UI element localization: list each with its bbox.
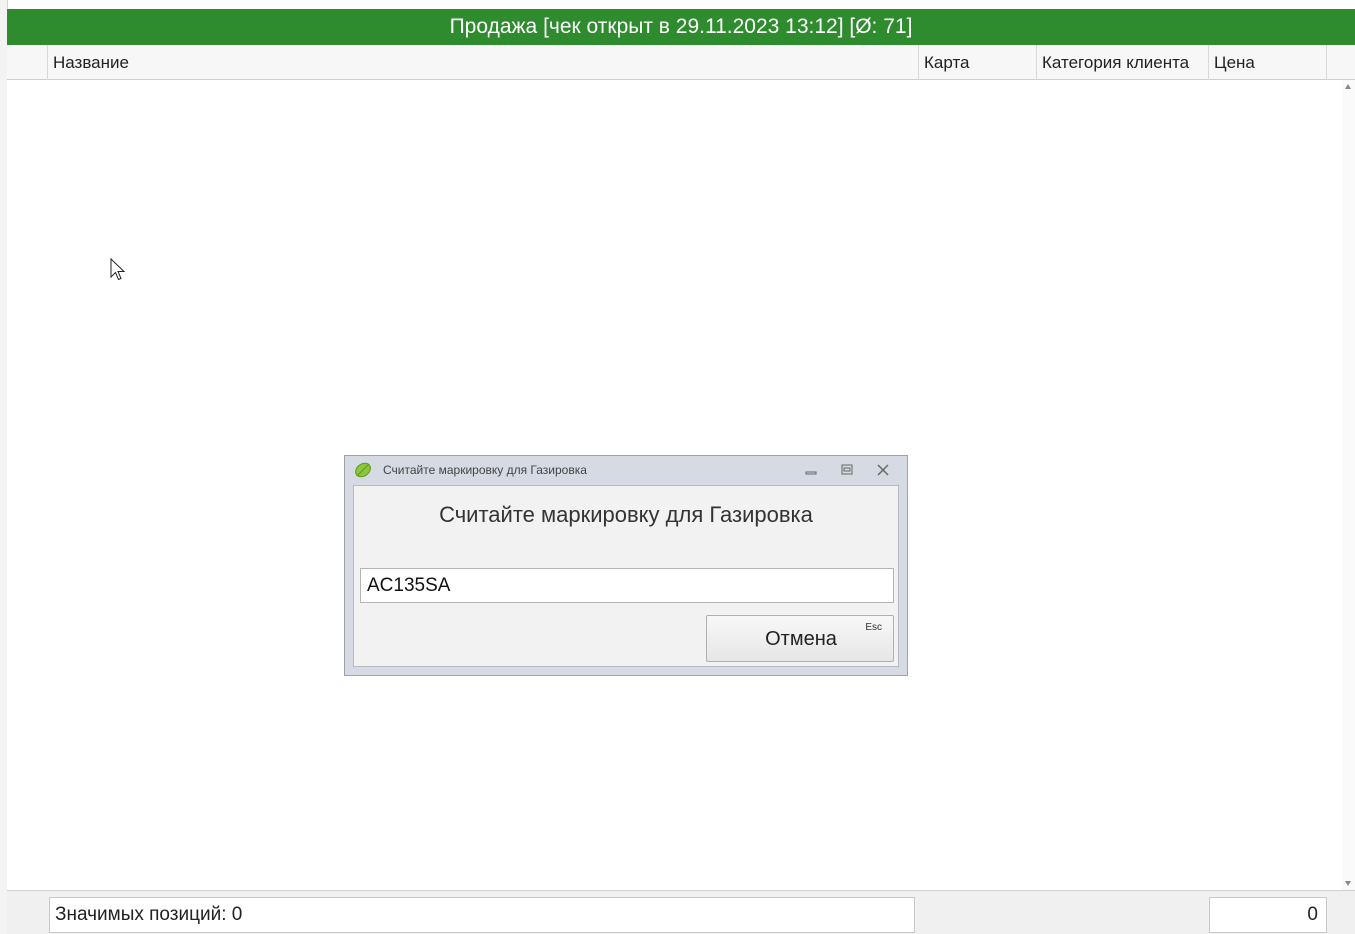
leaf-icon: [353, 461, 373, 484]
column-header-card[interactable]: Карта: [918, 45, 1036, 80]
marking-code-input[interactable]: AC135SA: [360, 568, 894, 603]
scroll-up-arrow-icon[interactable]: [1345, 84, 1351, 89]
marking-code-value: AC135SA: [367, 574, 451, 596]
sale-title-bar: Продажа [чек открыт в 29.11.2023 13:12] …: [7, 9, 1355, 45]
cancel-shortcut-hint: Esc: [865, 622, 882, 633]
mouse-cursor-icon: [110, 257, 126, 287]
dialog-message: Считайте маркировку для Газировка: [439, 502, 813, 527]
row-indicator-header: [7, 45, 47, 80]
dialog-title: Считайте маркировку для Газировка: [383, 463, 587, 477]
total-field: 0: [1209, 897, 1327, 933]
significant-positions-text: Значимых позиций: 0: [55, 904, 243, 925]
scan-marking-dialog: Считайте маркировку для Газировка Считай…: [344, 455, 908, 676]
total-value: 0: [1307, 904, 1318, 925]
significant-positions-field: Значимых позиций: 0: [49, 897, 915, 933]
column-header-client-category-label: Категория клиента: [1042, 52, 1190, 72]
column-header-name[interactable]: Название: [47, 45, 918, 80]
column-header-client-category[interactable]: Категория клиента: [1036, 45, 1208, 80]
cancel-button[interactable]: Отмена Esc: [706, 615, 894, 662]
close-icon[interactable]: [875, 462, 891, 478]
footer-bar: Значимых позиций: 0 0: [7, 890, 1355, 934]
column-header-price-label: Цена: [1214, 52, 1255, 72]
scrollbar-header-spacer: [1326, 45, 1355, 80]
column-header-card-label: Карта: [924, 52, 970, 72]
dialog-titlebar[interactable]: Считайте маркировку для Газировка: [345, 456, 907, 485]
column-header-name-label: Название: [53, 52, 129, 72]
vertical-scrollbar[interactable]: [1342, 80, 1355, 890]
grid-header: Название Карта Категория клиента Цена: [7, 45, 1355, 80]
scroll-down-arrow-icon[interactable]: [1345, 881, 1351, 886]
sale-title: Продажа [чек открыт в 29.11.2023 13:12] …: [449, 15, 913, 38]
maximize-icon[interactable]: [839, 462, 855, 478]
dialog-body: Считайте маркировку для Газировка AC135S…: [353, 485, 899, 667]
minimize-icon[interactable]: [803, 462, 819, 478]
column-header-price[interactable]: Цена: [1208, 45, 1326, 80]
